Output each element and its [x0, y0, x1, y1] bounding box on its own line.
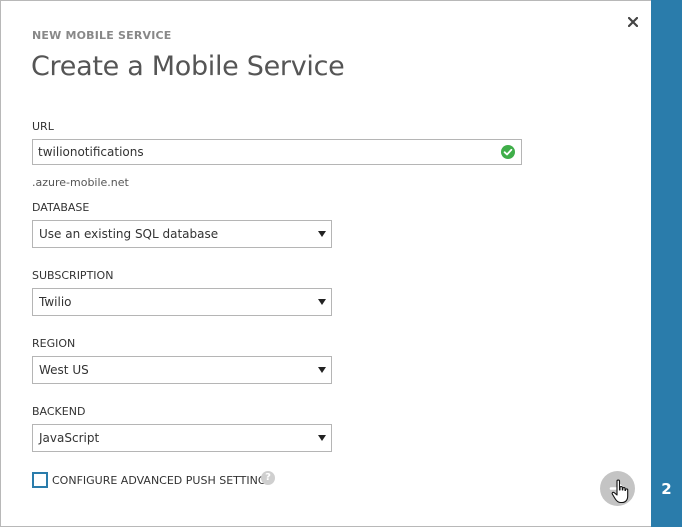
dropdown-arrow-icon [318, 367, 326, 373]
page-title: Create a Mobile Service [31, 51, 345, 82]
url-field-container [32, 139, 522, 165]
step-number: 2 [661, 480, 672, 498]
database-label: DATABASE [32, 201, 90, 214]
advanced-push-label: CONFIGURE ADVANCED PUSH SETTINGS [52, 474, 274, 487]
url-label: URL [32, 120, 54, 133]
backend-select[interactable]: JavaScript [32, 424, 332, 452]
dropdown-arrow-icon [318, 299, 326, 305]
dropdown-arrow-icon [318, 435, 326, 441]
database-selected-value: Use an existing SQL database [39, 227, 219, 241]
wizard-label: NEW MOBILE SERVICE [32, 29, 172, 42]
url-suffix: .azure-mobile.net [32, 176, 129, 189]
subscription-label: SUBSCRIPTION [32, 269, 114, 282]
close-button[interactable] [624, 13, 642, 31]
subscription-selected-value: Twilio [39, 295, 72, 309]
advanced-push-checkbox[interactable] [32, 472, 48, 488]
arrow-right-icon [609, 482, 625, 495]
next-button[interactable] [600, 471, 635, 506]
wizard-step-strip: 2 [651, 0, 682, 527]
database-select[interactable]: Use an existing SQL database [32, 220, 332, 248]
check-circle-icon [501, 145, 515, 159]
region-label: REGION [32, 337, 76, 350]
region-select[interactable]: West US [32, 356, 332, 384]
close-icon [628, 17, 638, 27]
backend-selected-value: JavaScript [39, 431, 100, 445]
create-mobile-service-dialog: NEW MOBILE SERVICE Create a Mobile Servi… [0, 0, 651, 527]
backend-label: BACKEND [32, 405, 86, 418]
dropdown-arrow-icon [318, 231, 326, 237]
help-icon[interactable]: ? [261, 471, 275, 485]
region-selected-value: West US [39, 363, 89, 377]
url-input[interactable] [38, 140, 488, 164]
subscription-select[interactable]: Twilio [32, 288, 332, 316]
